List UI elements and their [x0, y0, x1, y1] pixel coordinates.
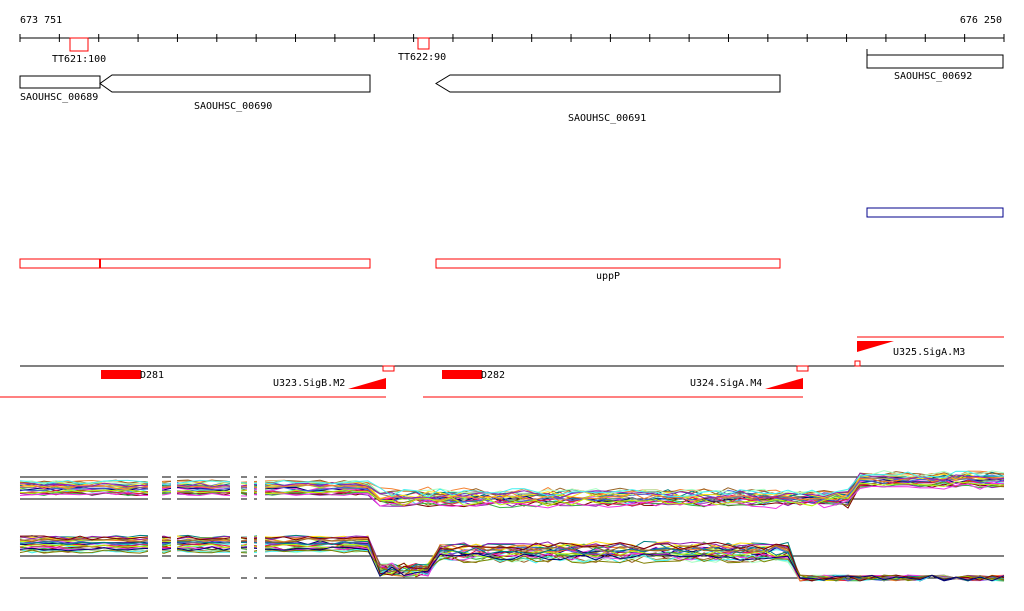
blue-feature-box[interactable]: [866, 207, 1004, 218]
ruler-start-label: 673 751: [20, 15, 62, 26]
gene-label-saouhsc-00690: SAOUHSC_00690: [194, 101, 272, 112]
ruler-end-label: 676 250: [960, 15, 1002, 26]
terminator-track: TT621:100 TT622:90: [52, 37, 446, 65]
gene-arrow-saouhsc-00692[interactable]: [866, 49, 1004, 69]
terminator-marker-tt622[interactable]: [417, 37, 430, 50]
profile-gap: [148, 470, 162, 585]
coordinate-ruler: 673 751 676 250: [19, 15, 1005, 42]
red-feature-track: uppP: [19, 258, 781, 282]
u-label-u325: U325.SigA.M3: [893, 347, 965, 358]
u-marker-u324: [796, 365, 809, 372]
red-feature-label-uppp: uppP: [596, 271, 620, 282]
u-marker-u325: [854, 360, 861, 367]
gene-label-saouhsc-00689: SAOUHSC_00689: [20, 92, 98, 103]
red-feature-box-uppp[interactable]: [435, 258, 781, 269]
profile-gap: [230, 470, 241, 585]
gene-arrow-saouhsc-00691[interactable]: [435, 74, 781, 93]
u-label-u324: U324.SigA.M4: [690, 378, 762, 389]
gene-arrow-saouhsc-00689[interactable]: [19, 75, 101, 89]
gene-label-saouhsc-00692: SAOUHSC_00692: [894, 71, 972, 82]
profile-gap: [171, 470, 177, 585]
d-label-d282: D282: [481, 370, 505, 381]
terminator-label-tt621: TT621:100: [52, 54, 106, 65]
terminator-marker-tt621[interactable]: [69, 37, 89, 52]
gene-arrow-saouhsc-00690[interactable]: [99, 74, 371, 93]
profile-gap: [257, 470, 265, 585]
u-promoter-u325[interactable]: [857, 341, 894, 352]
u-marker-u323: [382, 365, 395, 372]
u-label-u323: U323.SigB.M2: [273, 378, 345, 389]
profile-gap: [247, 470, 254, 585]
genome-browser-canvas: 673 751 676 250 TT621:100 TT622:90 SAOUH…: [0, 15, 1005, 585]
profile-lines: [19, 470, 1005, 582]
d-region-d282[interactable]: [442, 370, 482, 379]
red-feature-box-left[interactable]: [19, 258, 371, 269]
d-label-d281: D281: [140, 370, 164, 381]
gene-label-saouhsc-00691: SAOUHSC_00691: [568, 113, 646, 124]
expression-profiles: [19, 470, 1005, 585]
promoter-track: D281 D282 U323.SigB.M2 U324.SigA.M4 U325…: [0, 336, 1004, 398]
u-promoter-u324[interactable]: [765, 378, 803, 389]
u-promoter-u323[interactable]: [348, 378, 386, 389]
d-region-d281[interactable]: [101, 370, 141, 379]
terminator-label-tt622: TT622:90: [398, 52, 446, 63]
gene-track: SAOUHSC_00689 SAOUHSC_00690 SAOUHSC_0069…: [19, 49, 1004, 124]
